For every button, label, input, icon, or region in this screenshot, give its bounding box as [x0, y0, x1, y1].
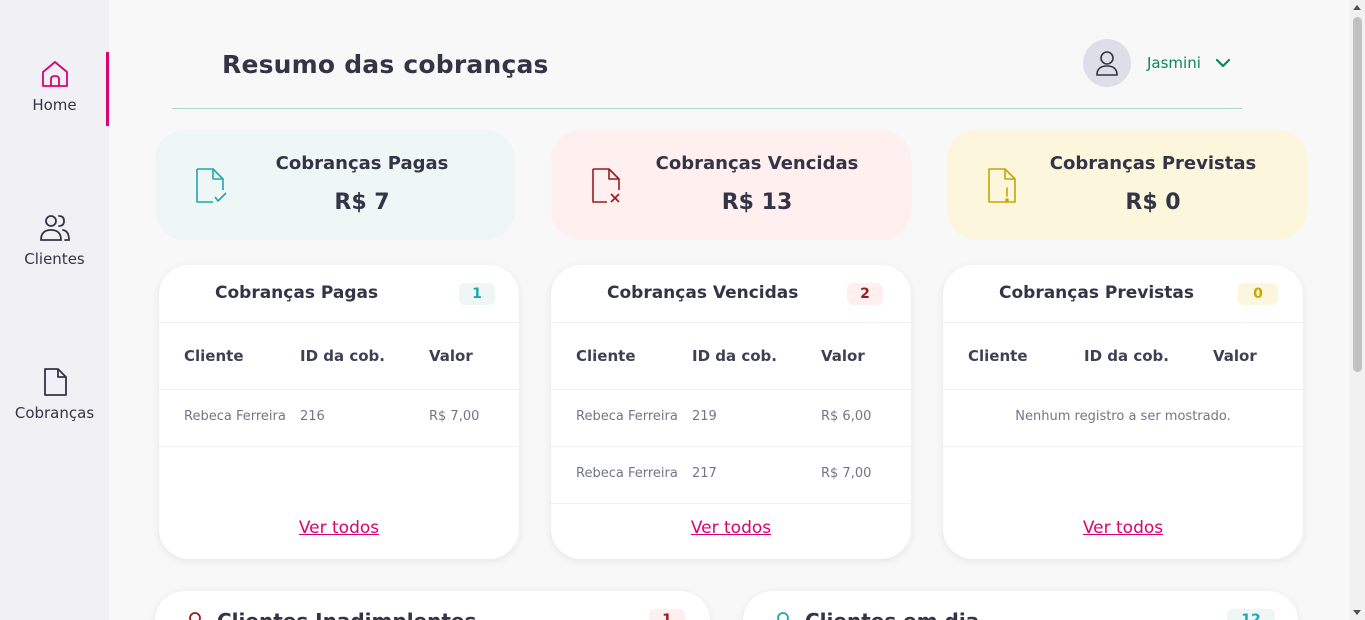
user-icon: [1096, 51, 1118, 76]
table-row: Rebeca Ferreira 219 R$ 6,00: [551, 390, 911, 447]
card-title: Clientes em dia: [805, 609, 979, 620]
column-header: Cliente: [184, 347, 244, 365]
user-check-icon: [777, 612, 789, 620]
column-header: Valor: [1213, 347, 1257, 365]
home-icon: [41, 61, 68, 87]
column-header: ID da cob.: [692, 347, 777, 365]
value-cell: R$ 6,00: [821, 409, 872, 424]
card-header: Cobranças Vencidas 2: [551, 265, 911, 323]
client-cell: Rebeca Ferreira: [184, 409, 286, 424]
id-cell: 216: [300, 409, 325, 424]
user-alert-icon: [189, 612, 201, 620]
summary-title: Cobranças Pagas: [275, 153, 449, 174]
column-header: Valor: [429, 347, 473, 365]
table-row: Rebeca Ferreira 217 R$ 7,00: [551, 447, 911, 504]
scroll-down-arrow[interactable]: [1353, 610, 1361, 615]
client-cell: Rebeca Ferreira: [576, 409, 678, 424]
value-cell: R$ 7,00: [821, 466, 872, 481]
count-badge: 1: [459, 283, 495, 305]
count-badge: 1: [649, 609, 685, 620]
chevron-down-icon[interactable]: [1215, 58, 1231, 68]
overdue-charges-card: Cobranças Vencidas 2 Cliente ID da cob. …: [551, 265, 911, 559]
table-header: Cliente ID da cob. Valor: [159, 323, 519, 390]
scroll-thumb[interactable]: [1353, 17, 1362, 372]
sidebar-item-label: Home: [32, 96, 77, 114]
card-title: Cobranças Vencidas: [607, 283, 799, 303]
summary-overdue: Cobranças Vencidas R$ 13: [551, 130, 911, 240]
summary-title: Cobranças Vencidas: [655, 153, 859, 174]
up-to-date-clients-card: Clientes em dia 12: [743, 591, 1298, 620]
table-header: Cliente ID da cob. Valor: [943, 323, 1303, 390]
card-header: Cobranças Pagas 1: [159, 265, 519, 323]
see-all-link[interactable]: Ver todos: [943, 518, 1303, 538]
summary-value: R$ 7: [334, 190, 390, 215]
defaulting-clients-card: Clientes Inadimplentes 1: [155, 591, 710, 620]
summary-title: Cobranças Previstas: [1049, 153, 1257, 174]
count-badge: 0: [1238, 283, 1278, 305]
sidebar-item-label: Cobranças: [14, 404, 95, 422]
card-title: Cobranças Pagas: [215, 283, 379, 303]
client-cell: Rebeca Ferreira: [576, 466, 678, 481]
column-header: Cliente: [576, 347, 636, 365]
count-badge: 12: [1227, 609, 1275, 620]
column-header: Valor: [821, 347, 865, 365]
users-icon: [39, 215, 70, 241]
sidebar-item-charges[interactable]: Cobranças: [0, 366, 109, 422]
active-indicator: [106, 52, 109, 126]
column-header: Cliente: [968, 347, 1028, 365]
count-badge: 2: [847, 283, 883, 305]
scroll-up-arrow[interactable]: [1353, 5, 1361, 10]
scrollbar[interactable]: [1350, 0, 1365, 620]
see-all-link[interactable]: Ver todos: [159, 518, 519, 538]
user-menu[interactable]: Jasmini: [1083, 39, 1231, 87]
value-cell: R$ 7,00: [429, 409, 480, 424]
sidebar-item-label: Clientes: [24, 250, 85, 268]
column-header: ID da cob.: [1084, 347, 1169, 365]
expected-charges-card: Cobranças Previstas 0 Cliente ID da cob.…: [943, 265, 1303, 559]
summary-value: R$ 0: [1125, 190, 1181, 215]
page-title: Resumo das cobranças: [222, 50, 549, 79]
sidebar: Home Clientes Cobranças: [0, 0, 109, 620]
avatar[interactable]: [1083, 39, 1131, 87]
card-title: Clientes Inadimplentes: [217, 609, 476, 620]
user-name[interactable]: Jasmini: [1147, 54, 1201, 72]
summary-expected: Cobranças Previstas R$ 0: [947, 130, 1307, 240]
id-cell: 217: [692, 466, 717, 481]
summary-value: R$ 13: [721, 190, 793, 215]
sidebar-item-home[interactable]: Home: [0, 58, 109, 114]
column-header: ID da cob.: [300, 347, 385, 365]
sidebar-item-clients[interactable]: Clientes: [0, 212, 109, 268]
see-all-link[interactable]: Ver todos: [551, 518, 911, 538]
summary-paid: Cobranças Pagas R$ 7: [155, 130, 515, 240]
table-header: Cliente ID da cob. Valor: [551, 323, 911, 390]
paid-charges-card: Cobranças Pagas 1 Cliente ID da cob. Val…: [159, 265, 519, 559]
header-divider: [172, 108, 1242, 109]
card-title: Cobranças Previstas: [999, 283, 1194, 303]
id-cell: 219: [692, 409, 717, 424]
empty-message: Nenhum registro a ser mostrado.: [943, 390, 1303, 447]
table-row: Rebeca Ferreira 216 R$ 7,00: [159, 390, 519, 447]
card-header: Cobranças Previstas 0: [943, 265, 1303, 323]
document-icon: [43, 368, 67, 396]
